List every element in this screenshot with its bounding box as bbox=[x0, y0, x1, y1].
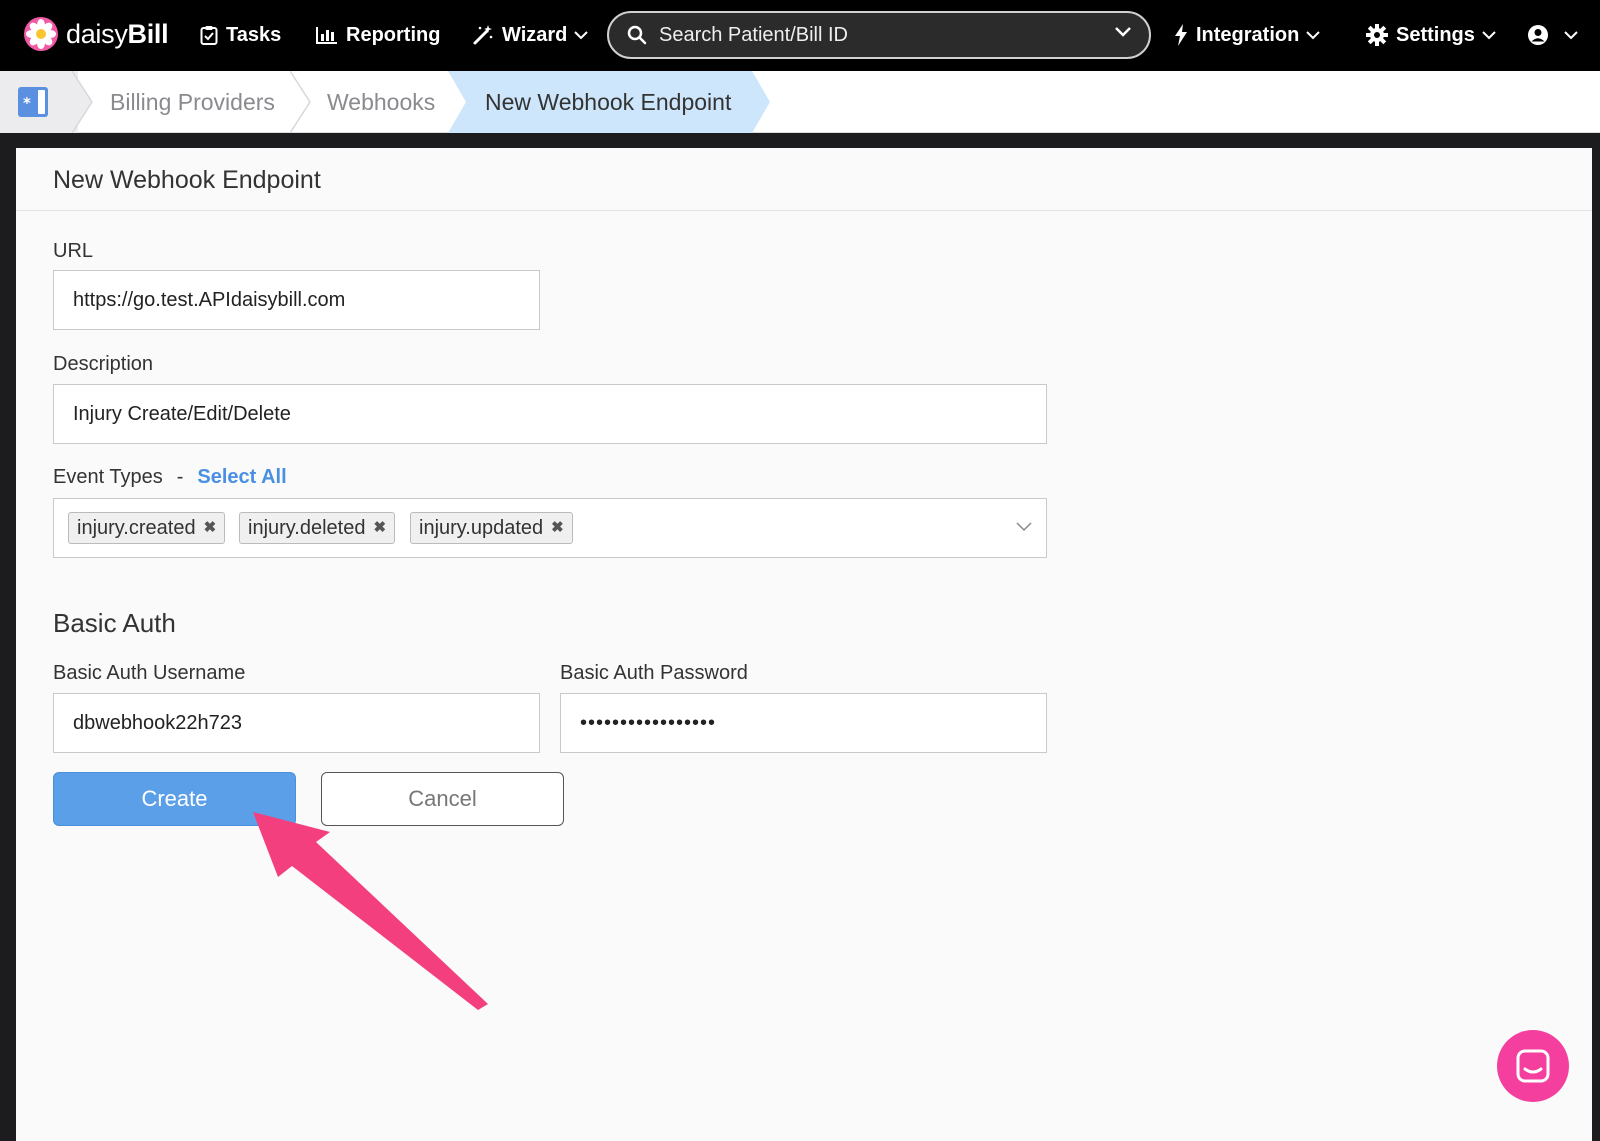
nav-reporting[interactable]: Reporting bbox=[316, 20, 440, 50]
event-types-label-row: Event Types - Select All bbox=[53, 466, 287, 489]
chevron-down-icon bbox=[1482, 30, 1496, 39]
nav-reporting-label: Reporting bbox=[346, 23, 441, 46]
event-type-tag-label: injury.created bbox=[77, 517, 196, 539]
basic-auth-heading: Basic Auth bbox=[53, 608, 176, 638]
event-type-tag: injury.created ✖ bbox=[68, 512, 226, 544]
event-types-label: Event Types bbox=[53, 466, 163, 488]
daisy-flower-icon bbox=[24, 17, 58, 51]
search-input[interactable]: Search Patient/Bill ID bbox=[607, 11, 1151, 59]
search-icon bbox=[627, 25, 647, 45]
panel-header: New Webhook Endpoint bbox=[16, 148, 1592, 211]
chevron-down-icon bbox=[574, 30, 589, 39]
lightning-bolt-icon bbox=[1175, 24, 1187, 46]
chat-bubble-icon bbox=[1516, 1049, 1550, 1083]
breadcrumb-home[interactable]: * bbox=[0, 71, 78, 133]
nav-settings[interactable]: Settings bbox=[1366, 20, 1496, 50]
remove-tag-icon[interactable]: ✖ bbox=[204, 513, 217, 543]
password-label: Basic Auth Password bbox=[560, 662, 748, 684]
event-types-dash: - bbox=[176, 466, 184, 488]
chat-launcher-button[interactable] bbox=[1497, 1030, 1569, 1102]
breadcrumb: * Billing Providers Webhooks New Webhook… bbox=[0, 71, 1600, 133]
nav-wizard-label: Wizard bbox=[502, 23, 568, 46]
breadcrumb-current: New Webhook Endpoint bbox=[448, 71, 772, 133]
url-input[interactable]: https://go.test.APIdaisybill.com bbox=[53, 270, 540, 330]
description-input[interactable]: Injury Create/Edit/Delete bbox=[53, 384, 1047, 444]
select-all-link[interactable]: Select All bbox=[197, 466, 286, 488]
breadcrumb-billing-providers[interactable]: Billing Providers bbox=[110, 71, 275, 133]
username-input[interactable]: dbwebhook22h723 bbox=[53, 693, 540, 753]
chevron-down-icon[interactable] bbox=[1016, 522, 1032, 532]
url-label: URL bbox=[53, 240, 94, 262]
event-type-tag-label: injury.deleted bbox=[248, 517, 366, 539]
nav-wizard[interactable]: Wizard bbox=[472, 20, 589, 50]
password-input[interactable]: ••••••••••••••••• bbox=[560, 693, 1047, 753]
breadcrumb-separator bbox=[290, 71, 311, 133]
gear-icon bbox=[1366, 24, 1388, 46]
nav-integration-label: Integration bbox=[1196, 23, 1300, 46]
page-title: New Webhook Endpoint bbox=[53, 166, 321, 194]
top-nav: daisyBill Tasks Reporting Wizard Search … bbox=[0, 0, 1600, 71]
breadcrumb-separator bbox=[72, 71, 93, 133]
search-placeholder: Search Patient/Bill ID bbox=[659, 23, 848, 46]
nav-integration[interactable]: Integration bbox=[1174, 20, 1321, 50]
description-label: Description bbox=[53, 353, 154, 375]
bar-chart-icon bbox=[316, 27, 337, 44]
chevron-down-icon bbox=[1306, 30, 1321, 39]
provider-icon: * bbox=[18, 87, 48, 117]
remove-tag-icon[interactable]: ✖ bbox=[551, 513, 564, 543]
daisybill-logo[interactable]: daisyBill bbox=[24, 17, 169, 51]
magic-wand-icon bbox=[473, 25, 493, 45]
chevron-down-icon bbox=[1564, 30, 1578, 39]
nav-tasks[interactable]: Tasks bbox=[200, 20, 281, 50]
event-type-tag: injury.deleted ✖ bbox=[239, 512, 396, 544]
create-button[interactable]: Create bbox=[53, 772, 296, 826]
svg-text:*: * bbox=[23, 94, 31, 112]
event-type-tag-label: injury.updated bbox=[419, 517, 544, 539]
webhook-form-panel: New Webhook Endpoint URL https://go.test… bbox=[16, 148, 1592, 1141]
user-menu[interactable] bbox=[1527, 20, 1578, 50]
logo-wordmark: daisyBill bbox=[66, 18, 169, 49]
event-type-tag: injury.updated ✖ bbox=[410, 512, 573, 544]
nav-tasks-label: Tasks bbox=[226, 23, 282, 46]
cancel-button[interactable]: Cancel bbox=[321, 772, 564, 826]
nav-settings-label: Settings bbox=[1396, 23, 1475, 46]
breadcrumb-webhooks[interactable]: Webhooks bbox=[327, 71, 435, 133]
clipboard-check-icon bbox=[200, 26, 218, 45]
username-label: Basic Auth Username bbox=[53, 662, 246, 684]
user-circle-icon bbox=[1528, 25, 1548, 45]
chevron-down-icon[interactable] bbox=[1115, 27, 1131, 37]
breadcrumb-current-label: New Webhook Endpoint bbox=[485, 89, 732, 115]
remove-tag-icon[interactable]: ✖ bbox=[373, 513, 386, 543]
event-types-select[interactable]: injury.created ✖ injury.deleted ✖ injury.u… bbox=[53, 498, 1047, 558]
